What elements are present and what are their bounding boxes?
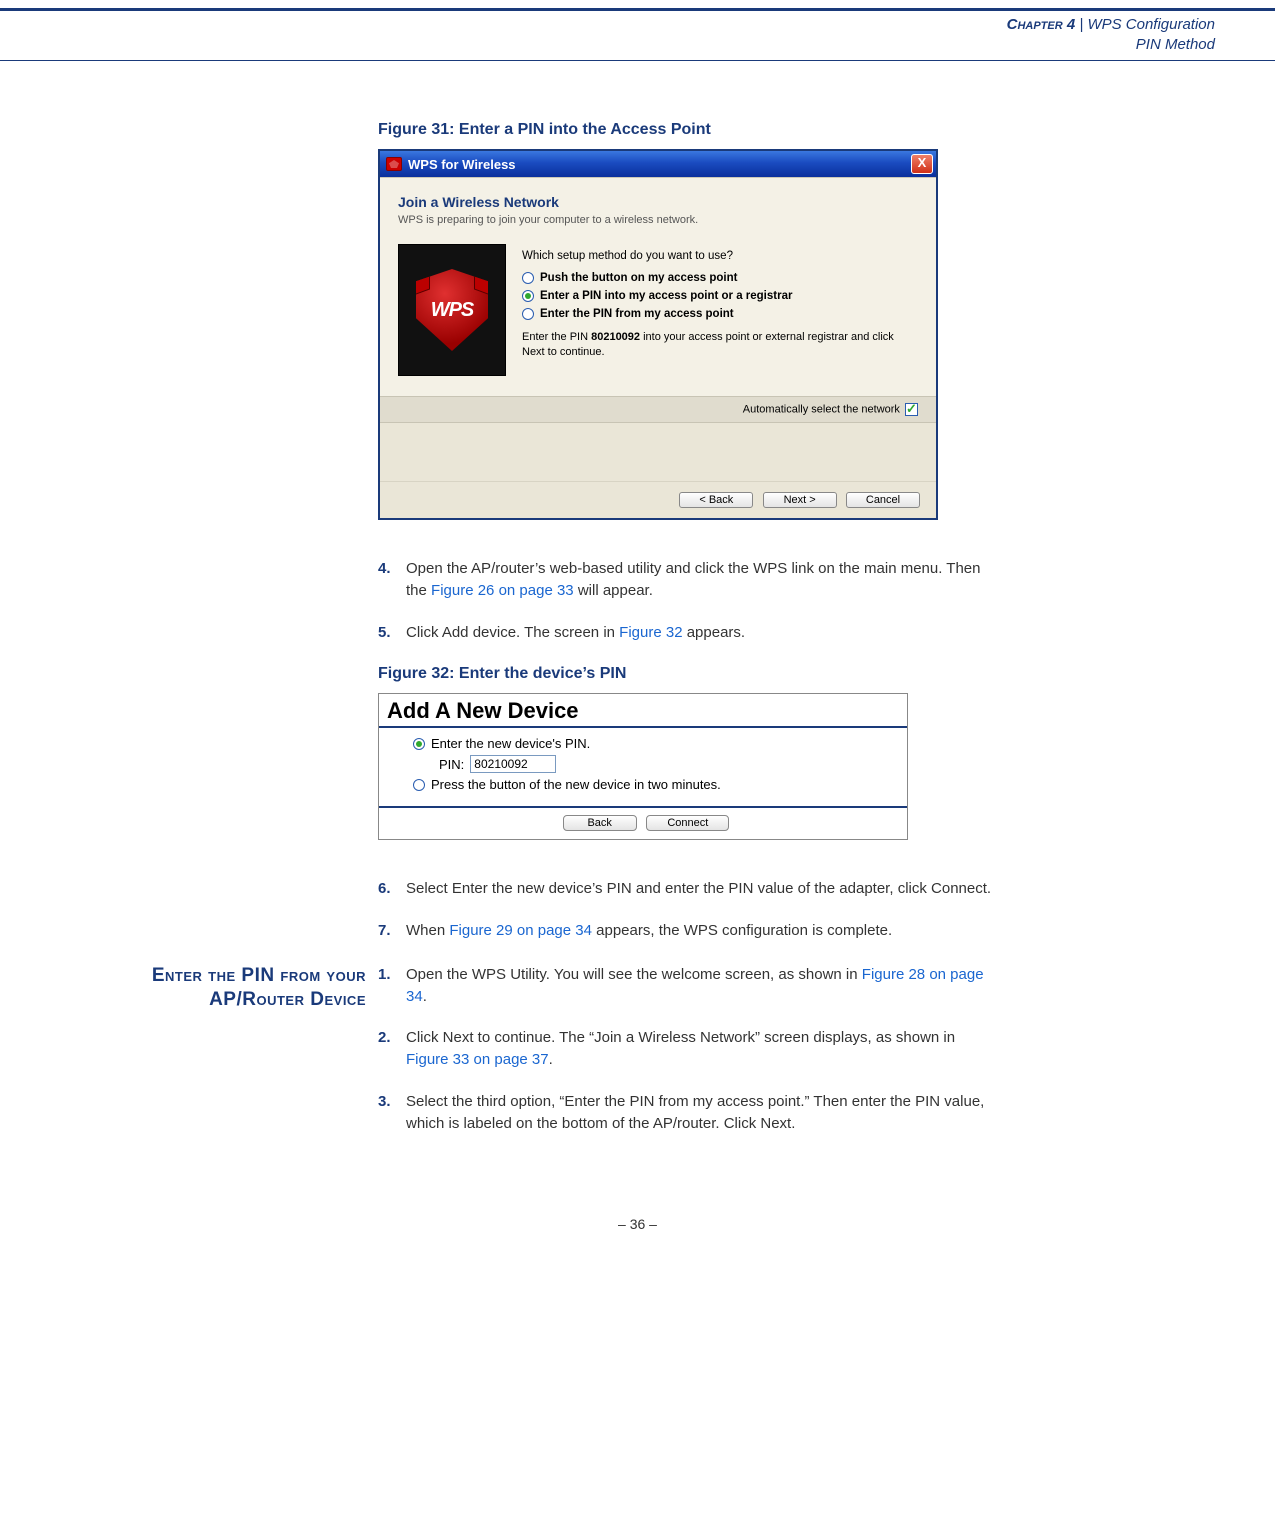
wps-dialog: WPS for Wireless X Join a Wireless Netwo… [378,149,938,520]
option-label: Push the button on my access point [540,272,737,284]
option-label: Enter the new device's PIN. [431,736,590,751]
step-item: 6. Select Enter the new device’s PIN and… [378,878,998,900]
step-number: 7. [378,920,406,942]
auto-select-label: Automatically select the network [743,403,900,415]
dialog-titlebar[interactable]: WPS for Wireless X [380,151,936,177]
steps-list-c: 1. Open the WPS Utility. You will see th… [378,964,998,1135]
join-subtext: WPS is preparing to join your computer t… [398,214,918,226]
step-item: 4. Open the AP/router’s web-based utilit… [378,558,998,602]
section-heading: Enter the PIN from your AP/Router Device [60,964,366,1012]
xref-link[interactable]: Figure 26 on page 33 [431,582,574,599]
dialog-button-row: < Back Next > Cancel [380,481,936,518]
connect-button[interactable]: Connect [646,815,729,831]
xref-link[interactable]: Figure 32 [619,624,682,641]
radio-icon [413,779,425,791]
cancel-button[interactable]: Cancel [846,492,920,508]
pin-hint: Enter the PIN 80210092 into your access … [522,330,918,360]
option-label: Enter a PIN into my access point or a re… [540,290,792,302]
join-heading: Join a Wireless Network [398,194,918,210]
option-label: Enter the PIN from my access point [540,308,734,320]
dialog-title: WPS for Wireless [408,157,516,172]
close-button[interactable]: X [911,154,933,174]
option-push-button[interactable]: Push the button on my access point [522,272,918,284]
steps-list-a: 4. Open the AP/router’s web-based utilit… [378,558,998,643]
page-header: Chapter 4 | WPS Configuration PIN Method [0,11,1275,60]
panel-button-row: Back Connect [379,806,907,839]
pin-input-row: PIN: [439,755,897,773]
option-press-button[interactable]: Press the button of the new device in tw… [413,777,897,792]
figure-31-caption: Figure 31: Enter a PIN into the Access P… [378,121,998,139]
auto-select-checkbox[interactable] [905,403,918,416]
steps-list-b: 6. Select Enter the new device’s PIN and… [378,878,998,942]
option-enter-device-pin[interactable]: Enter the new device's PIN. [413,736,897,751]
option-label: Press the button of the new device in tw… [431,777,721,792]
step-number: 1. [378,964,406,1008]
option-enter-pin-ap[interactable]: Enter a PIN into my access point or a re… [522,290,918,302]
pin-value: 80210092 [591,331,640,343]
step-item: 3. Select the third option, “Enter the P… [378,1091,998,1135]
chapter-sep: | [1075,16,1087,33]
pin-label: PIN: [439,757,464,772]
step-number: 5. [378,622,406,644]
step-number: 4. [378,558,406,602]
radio-icon [522,272,534,284]
panel-title: Add A New Device [379,694,907,726]
step-number: 3. [378,1091,406,1135]
radio-icon [522,290,534,302]
step-item: 7. When Figure 29 on page 34 appears, th… [378,920,998,942]
step-number: 6. [378,878,406,900]
radio-icon [413,738,425,750]
pin-input[interactable] [470,755,556,773]
back-button[interactable]: < Back [679,492,753,508]
header-rule [0,60,1275,61]
next-button[interactable]: Next > [763,492,837,508]
wps-shield-icon: WPS [416,269,488,351]
figure-32-caption: Figure 32: Enter the device’s PIN [378,665,998,683]
wps-logo: WPS [398,244,506,376]
chapter-subtitle: PIN Method [1007,35,1215,55]
back-button[interactable]: Back [563,815,637,831]
step-item: 2. Click Next to continue. The “Join a W… [378,1027,998,1071]
chapter-tail: WPS Configuration [1087,16,1215,33]
option-enter-pin-from-ap[interactable]: Enter the PIN from my access point [522,308,918,320]
xref-link[interactable]: Figure 29 on page 34 [449,922,592,939]
setup-prompt: Which setup method do you want to use? [522,250,918,262]
xref-link[interactable]: Figure 33 on page 37 [406,1051,549,1068]
add-device-panel: Add A New Device Enter the new device's … [378,693,908,840]
step-item: 5. Click Add device. The screen in Figur… [378,622,998,644]
page-number: – 36 – [0,1216,1275,1232]
step-number: 2. [378,1027,406,1071]
chapter-label: Chapter 4 [1007,16,1076,33]
step-item: 1. Open the WPS Utility. You will see th… [378,964,998,1008]
auto-select-row: Automatically select the network [380,396,936,423]
wps-app-icon [386,157,402,171]
radio-icon [522,308,534,320]
